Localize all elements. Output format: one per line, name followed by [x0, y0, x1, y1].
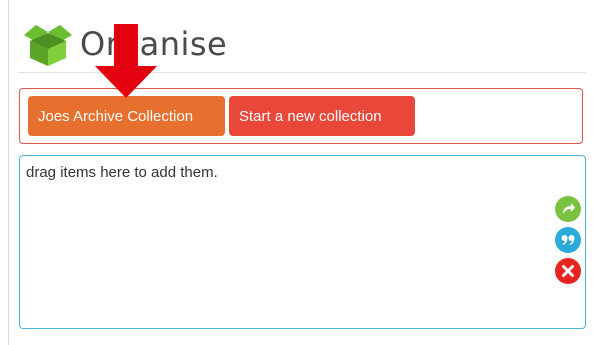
collection-drop-zone[interactable]: drag items here to add them. — [19, 155, 586, 329]
start-new-collection-button[interactable]: Start a new collection — [229, 96, 415, 136]
active-collection-button[interactable]: Joes Archive Collection — [28, 96, 225, 136]
collection-actions — [555, 196, 583, 289]
share-icon[interactable] — [555, 196, 581, 222]
drop-zone-hint: drag items here to add them. — [26, 164, 218, 181]
organise-panel: Organise Joes Archive Collection Start a… — [0, 0, 593, 345]
annotation-arrow-icon — [95, 24, 157, 98]
quote-icon[interactable] — [555, 227, 581, 253]
green-box-icon — [24, 25, 72, 66]
panel-divider — [8, 0, 9, 345]
delete-icon[interactable] — [555, 258, 581, 284]
